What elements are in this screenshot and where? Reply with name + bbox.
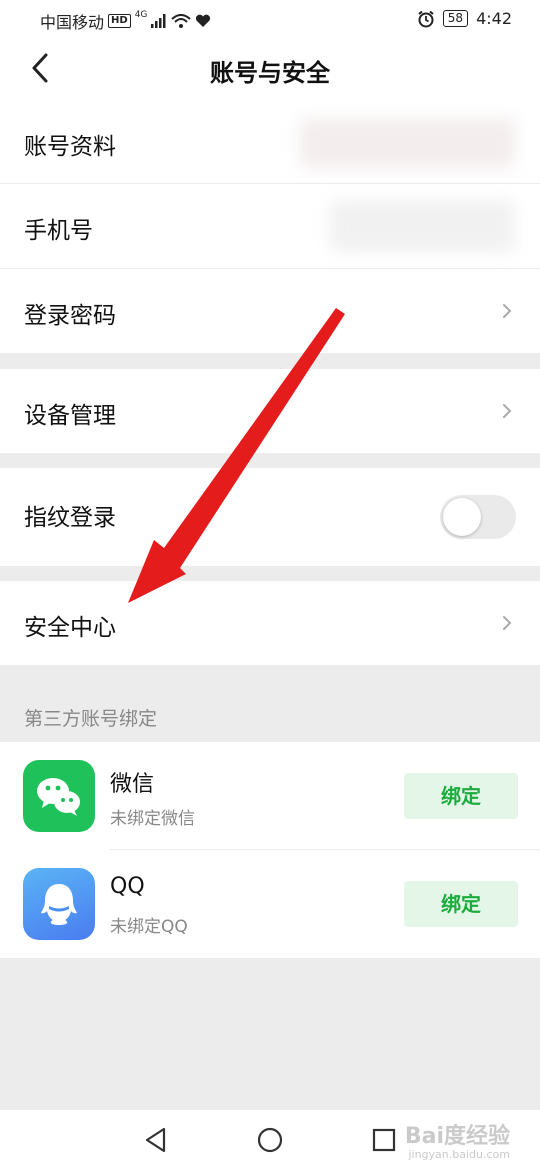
annotation-arrow [128,308,345,603]
watermark-logo: Bai度经验 [404,1124,510,1149]
red-arrow-shape [128,308,345,603]
watermark-url: jingyan.baidu.com [408,1148,510,1161]
nav-recents-icon[interactable] [368,1124,400,1156]
nav-home-icon[interactable] [254,1124,286,1156]
nav-back-icon[interactable] [140,1124,172,1156]
